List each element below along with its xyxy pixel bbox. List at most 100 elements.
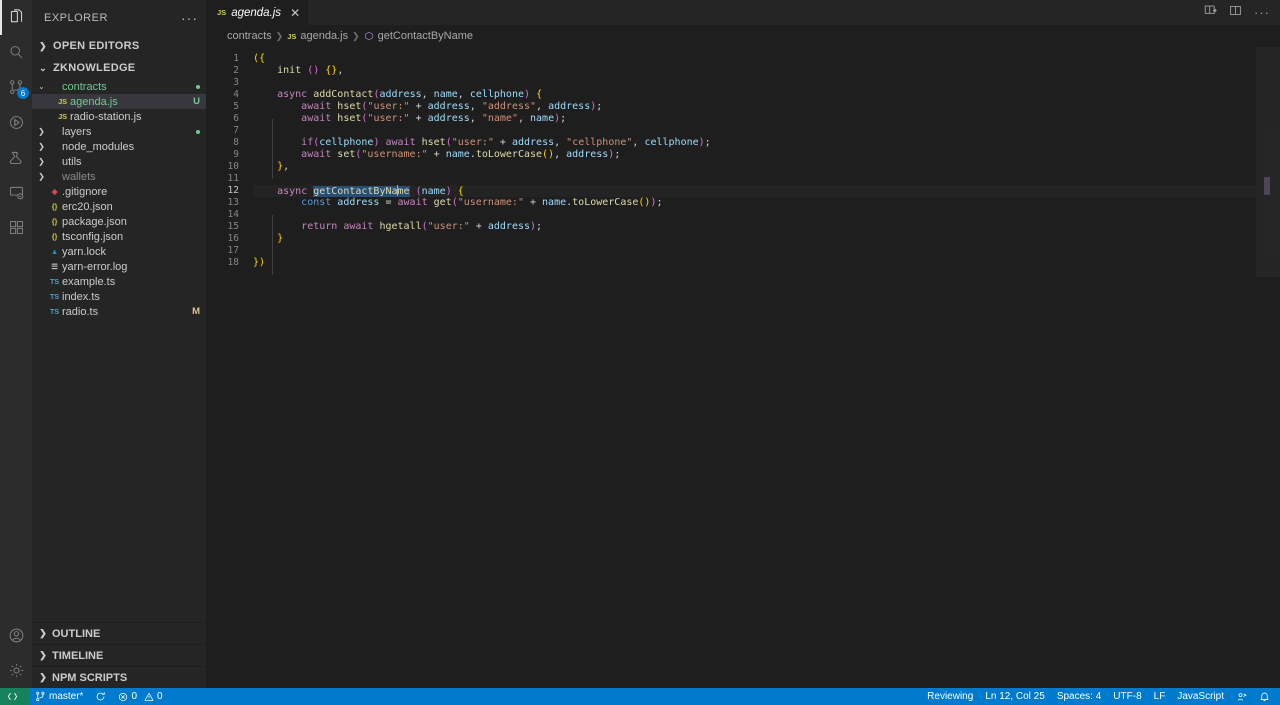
- sidebar-title: EXPLORER: [44, 11, 108, 24]
- breadcrumb-item-agenda-js[interactable]: JS agenda.js: [287, 30, 348, 42]
- code-token: "user:": [427, 221, 470, 232]
- code-line[interactable]: await hset("user:" + address, "name", na…: [253, 113, 1256, 125]
- code-token: ,: [632, 137, 645, 148]
- code-line[interactable]: [253, 77, 1256, 89]
- more-actions-icon[interactable]: ···: [1254, 6, 1270, 19]
- account-icon[interactable]: [0, 618, 32, 653]
- code-line[interactable]: [253, 245, 1256, 257]
- code-line[interactable]: }: [253, 233, 1256, 245]
- tree-item-agenda-js[interactable]: JS agenda.js U: [32, 94, 206, 109]
- code-token: (): [638, 197, 651, 208]
- code-token: toLowerCase: [572, 197, 639, 208]
- search-icon[interactable]: [0, 35, 32, 70]
- code-content[interactable]: ({ init () {}, async addContact(address,…: [253, 47, 1256, 688]
- tree-item-tsconfig-json[interactable]: {} tsconfig.json: [32, 229, 206, 244]
- status-branch[interactable]: master*: [29, 688, 89, 705]
- tree-item-index-ts[interactable]: TS index.ts: [32, 289, 206, 304]
- tree-item-utils[interactable]: ❯ utils: [32, 154, 206, 169]
- code-token: "username:": [457, 197, 524, 208]
- minimap-slider[interactable]: [1256, 47, 1280, 277]
- tree-item-yarn-lock[interactable]: ▲ yarn.lock: [32, 244, 206, 259]
- run-debug-icon[interactable]: [0, 105, 32, 140]
- smiley-icon[interactable]: [1230, 688, 1253, 705]
- status-encoding[interactable]: UTF-8: [1107, 688, 1147, 705]
- remote-explorer-icon[interactable]: [0, 175, 32, 210]
- sidebar-more-icon[interactable]: ···: [181, 11, 198, 25]
- code-line[interactable]: await set("username:" + name.toLowerCase…: [253, 149, 1256, 161]
- open-editors-section[interactable]: ❯ OPEN EDITORS: [32, 35, 206, 57]
- project-section[interactable]: ⌄ ZKNOWLEDGE: [32, 57, 206, 79]
- code-line[interactable]: async addContact(address, name, cellphon…: [253, 89, 1256, 101]
- code-token: +: [409, 101, 428, 112]
- tree-item-package-json[interactable]: {} package.json: [32, 214, 206, 229]
- status-sync[interactable]: [89, 688, 112, 705]
- line-number: 16: [227, 233, 239, 244]
- tree-item-example-ts[interactable]: TS example.ts: [32, 274, 206, 289]
- code-line[interactable]: ({: [253, 53, 1256, 65]
- source-control-icon[interactable]: 6: [0, 70, 32, 105]
- tree-item-erc20-json[interactable]: {} erc20.json: [32, 199, 206, 214]
- typescript-file-icon: TS: [49, 307, 60, 316]
- status-problems[interactable]: 0 0: [112, 688, 168, 705]
- explorer-icon[interactable]: [0, 0, 32, 35]
- code-token: await: [343, 221, 380, 232]
- status-reviewing[interactable]: Reviewing: [921, 688, 979, 705]
- testing-icon[interactable]: [0, 140, 32, 175]
- code-token: async: [277, 186, 314, 197]
- extensions-icon[interactable]: [0, 210, 32, 245]
- code-line[interactable]: [253, 125, 1256, 137]
- code-token: hset: [337, 113, 362, 124]
- code-line[interactable]: await hset("user:" + address, "address",…: [253, 101, 1256, 113]
- line-number: 4: [233, 89, 239, 100]
- code-token: address: [379, 89, 422, 100]
- tree-item-layers[interactable]: ❯ layers: [32, 124, 206, 139]
- tree-item-yarn-error-log[interactable]: ☰ yarn-error.log: [32, 259, 206, 274]
- code-token: "address": [481, 101, 537, 112]
- code-line[interactable]: return await hgetall("user:" + address);: [253, 221, 1256, 233]
- line-number: 8: [233, 137, 239, 148]
- code-token: await: [397, 197, 434, 208]
- editor-layout-icon[interactable]: [1229, 4, 1242, 22]
- status-cursor-pos[interactable]: Ln 12, Col 25: [979, 688, 1051, 705]
- activity-bar-top: 6: [0, 0, 32, 618]
- tree-item-radio-station-js[interactable]: JS radio-station.js: [32, 109, 206, 124]
- code-line[interactable]: [253, 173, 1256, 185]
- code-token: cellphone: [319, 137, 374, 148]
- code-line[interactable]: },: [253, 161, 1256, 173]
- panel-npm-scripts[interactable]: ❯ NPM SCRIPTS: [32, 666, 206, 688]
- panel-outline[interactable]: ❯ OUTLINE: [32, 622, 206, 644]
- code-line[interactable]: }): [253, 257, 1256, 269]
- tab-agenda-js[interactable]: JS agenda.js ✕: [207, 0, 310, 25]
- breadcrumb-item-contracts[interactable]: contracts: [227, 30, 272, 42]
- code-editor[interactable]: 1 2 3 4 5 6 7 8 9 10 11 12 13 14 15 16 17 18 ({ init () {…: [207, 47, 1280, 688]
- code-line[interactable]: [253, 209, 1256, 221]
- remote-window-button[interactable]: [0, 688, 29, 705]
- status-reviewing-label: Reviewing: [927, 691, 974, 702]
- minimap[interactable]: [1256, 47, 1280, 688]
- bell-icon[interactable]: [1253, 688, 1276, 705]
- breadcrumb-item-getcontactbyname[interactable]: getContactByName: [364, 30, 473, 42]
- tree-item-radio-ts[interactable]: TS radio.ts M: [32, 304, 206, 319]
- code-line[interactable]: init () {},: [253, 65, 1256, 77]
- status-indent[interactable]: Spaces: 4: [1051, 688, 1107, 705]
- panel-timeline[interactable]: ❯ TIMELINE: [32, 644, 206, 666]
- status-eol[interactable]: LF: [1148, 688, 1172, 705]
- code-line[interactable]: const address = await get("username:" + …: [253, 197, 1256, 209]
- settings-icon[interactable]: [0, 653, 32, 688]
- yarn-file-icon: ▲: [50, 247, 59, 256]
- tree-item-label: example.ts: [62, 275, 116, 288]
- code-line[interactable]: if(cellphone) await hset("user:" + addre…: [253, 137, 1256, 149]
- tree-item-wallets[interactable]: ❯ wallets: [32, 169, 206, 184]
- split-editor-icon[interactable]: [1204, 4, 1217, 22]
- breadcrumb: contracts ❯ JS agenda.js ❯ getContactByN…: [207, 25, 1280, 47]
- tree-item-contracts[interactable]: ⌄ contracts: [32, 79, 206, 94]
- line-number: 11: [227, 173, 239, 184]
- tree-item--gitignore[interactable]: ◈ .gitignore: [32, 184, 206, 199]
- code-token: return: [301, 221, 344, 232]
- close-icon[interactable]: ✕: [290, 7, 300, 19]
- code-token: name: [433, 89, 458, 100]
- code-line[interactable]: async getContactByName (name) {: [253, 185, 1256, 197]
- code-token: ;: [656, 197, 663, 208]
- status-language[interactable]: JavaScript: [1171, 688, 1230, 705]
- tree-item-node-modules[interactable]: ❯ node_modules: [32, 139, 206, 154]
